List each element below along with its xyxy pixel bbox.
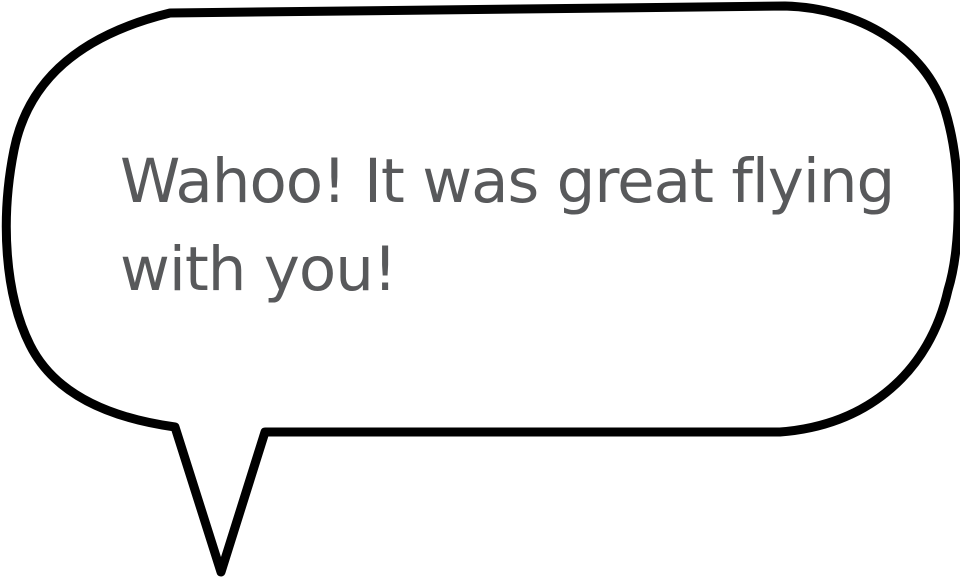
speech-line-1: Wahoo! It was great flying xyxy=(120,146,895,217)
speech-bubble-canvas: Wahoo! It was great flying with you! xyxy=(0,0,960,578)
speech-bubble-text: Wahoo! It was great flying with you! xyxy=(120,138,920,314)
speech-line-2: with you! xyxy=(120,234,397,305)
